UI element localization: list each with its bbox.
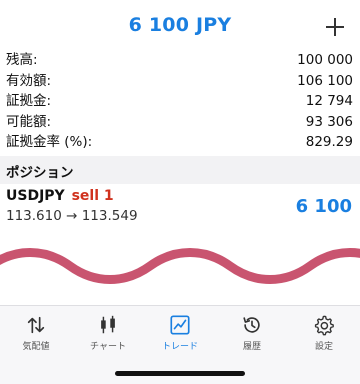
tab-label: トレード <box>161 342 198 352</box>
tab-chart[interactable]: チャート <box>72 314 144 354</box>
summary-row-margin-level: 証拠金率 (%): 829.29 <box>0 132 360 153</box>
summary-value: 100 000 <box>297 52 353 68</box>
position-symbol: USDJPY <box>6 188 65 204</box>
summary-row-margin: 証拠金: 12 794 <box>0 91 360 112</box>
summary-label: 残高: <box>6 52 38 68</box>
position-side: sell 1 <box>71 188 114 204</box>
tab-label: 気配値 <box>22 342 50 352</box>
wave-decoration <box>0 248 360 284</box>
summary-value: 93 306 <box>305 113 353 130</box>
home-indicator[interactable] <box>115 371 245 376</box>
position-row[interactable]: USDJPY sell 1 113.610 → 113.549 6 100 <box>0 184 360 230</box>
tab-label: 履歴 <box>242 342 261 352</box>
summary-label: 証拠金: <box>6 93 52 109</box>
candlestick-icon <box>101 315 115 334</box>
position-prices: 113.610 → 113.549 <box>6 208 138 224</box>
equity-title: 6 100 JPY <box>128 14 232 36</box>
tab-label: チャート <box>90 342 126 352</box>
summary-value: 829.29 <box>305 134 353 150</box>
tab-label: 設定 <box>314 342 333 352</box>
tab-trade[interactable]: トレード <box>144 314 216 354</box>
gear-icon <box>314 315 334 336</box>
header: 6 100 JPY <box>0 0 360 48</box>
tab-history[interactable]: 履歴 <box>216 314 288 354</box>
history-clock-icon <box>243 317 260 333</box>
position-profit: 6 100 <box>295 196 352 217</box>
position-symbol-line: USDJPY sell 1 <box>6 188 114 204</box>
trade-screen: 6 100 JPY 残高: 100 000 有効額: 106 100 証拠金: … <box>0 0 360 384</box>
summary-value: 12 794 <box>305 93 353 109</box>
summary-row-balance: 残高: 100 000 <box>0 50 360 71</box>
tab-quotes[interactable]: 気配値 <box>0 314 72 354</box>
arrows-up-down-icon <box>27 316 45 334</box>
tab-settings[interactable]: 設定 <box>288 314 360 354</box>
bottom-tab-bar: 気配値 チャート トレード 履歴 設定 <box>0 305 360 384</box>
account-summary: 残高: 100 000 有効額: 106 100 証拠金: 12 794 可能額… <box>0 50 360 153</box>
positions-section-title: ポジション <box>6 165 74 181</box>
add-order-button[interactable] <box>324 16 346 38</box>
summary-row-equity: 有効額: 106 100 <box>0 71 360 92</box>
positions-section-header: ポジション <box>0 156 360 184</box>
summary-label: 可能額: <box>6 113 52 130</box>
summary-label: 証拠金率 (%): <box>6 134 93 150</box>
summary-value: 106 100 <box>297 72 353 89</box>
summary-row-free-margin: 可能額: 93 306 <box>0 112 360 133</box>
summary-label: 有効額: <box>6 72 52 89</box>
trade-chart-icon <box>170 315 190 335</box>
